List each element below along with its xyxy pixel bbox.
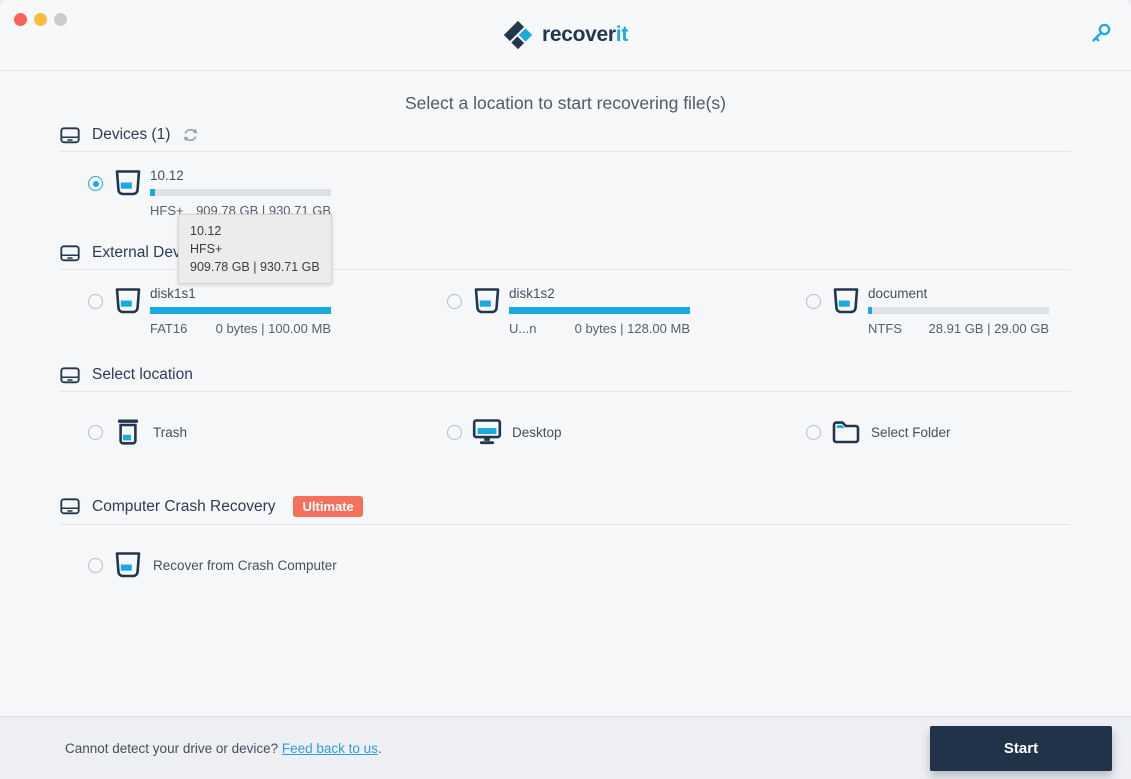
capacity-bar — [509, 307, 690, 314]
trash-icon — [112, 416, 144, 448]
disk-partition-icon — [112, 286, 144, 316]
filesystem-label: NTFS — [868, 321, 902, 336]
device-info: disk1s2 U...n 0 bytes | 128.00 MB — [509, 286, 690, 336]
crash-recovery-item[interactable]: Recover from Crash Computer — [88, 549, 447, 581]
location-label: Trash — [153, 425, 187, 440]
page-title: Select a location to start recovering fi… — [60, 93, 1071, 114]
devices-section-label: Devices (1) — [92, 126, 170, 144]
crash-recovery-section-header: Computer Crash Recovery Ultimate — [60, 496, 1071, 517]
radio-button[interactable] — [88, 294, 103, 309]
capacity-bar — [150, 189, 331, 196]
close-window-button[interactable] — [14, 13, 27, 26]
radio-button[interactable] — [447, 425, 462, 440]
minimize-window-button[interactable] — [34, 13, 47, 26]
device-item-disk1s1[interactable]: disk1s1 FAT16 0 bytes | 100.00 MB — [88, 286, 447, 336]
disk-partition-icon — [471, 286, 503, 316]
footer-help-text: Cannot detect your drive or device? Feed… — [65, 741, 930, 756]
refresh-icon[interactable] — [182, 127, 199, 143]
size-label: 0 bytes | 128.00 MB — [575, 321, 690, 336]
radio-button[interactable] — [88, 176, 103, 191]
ultimate-badge: Ultimate — [293, 496, 362, 517]
device-meta: U...n 0 bytes | 128.00 MB — [509, 321, 690, 336]
radio-button[interactable] — [88, 425, 103, 440]
devices-list: 10.12 HFS+ 909.78 GB | 930.71 GB 10.12 H… — [60, 168, 1071, 218]
hard-drive-icon — [60, 498, 80, 515]
device-name: disk1s2 — [509, 286, 690, 301]
location-label: Select Folder — [871, 425, 951, 440]
select-location-section-header: Select location — [60, 366, 1071, 384]
crash-recovery-list: Recover from Crash Computer — [60, 549, 1071, 581]
crash-recovery-section-label: Computer Crash Recovery — [92, 498, 275, 516]
location-label: Desktop — [512, 425, 562, 440]
section-divider — [60, 524, 1071, 525]
device-meta: NTFS 28.91 GB | 29.00 GB — [868, 321, 1049, 336]
window-controls — [14, 13, 67, 26]
device-item-1012[interactable]: 10.12 HFS+ 909.78 GB | 930.71 GB 10.12 H… — [88, 168, 447, 218]
footer-bar: Cannot detect your drive or device? Feed… — [0, 716, 1131, 779]
device-item-disk1s2[interactable]: disk1s2 U...n 0 bytes | 128.00 MB — [447, 286, 806, 336]
radio-button[interactable] — [806, 294, 821, 309]
crash-recovery-label: Recover from Crash Computer — [153, 558, 337, 573]
main-content: Select a location to start recovering fi… — [0, 71, 1131, 716]
location-item-select-folder[interactable]: Select Folder — [806, 416, 1071, 448]
capacity-bar — [150, 307, 331, 314]
disk-partition-icon — [830, 286, 862, 316]
capacity-bar — [868, 307, 1049, 314]
disk-partition-icon — [112, 168, 144, 198]
folder-icon — [830, 416, 862, 448]
key-icon — [1088, 21, 1114, 47]
hard-drive-icon — [60, 245, 80, 262]
device-name: disk1s1 — [150, 286, 331, 301]
section-divider — [60, 391, 1071, 392]
device-meta: FAT16 0 bytes | 100.00 MB — [150, 321, 331, 336]
location-item-desktop[interactable]: Desktop — [447, 416, 806, 448]
filesystem-label: FAT16 — [150, 321, 187, 336]
device-info: 10.12 HFS+ 909.78 GB | 930.71 GB — [150, 168, 331, 218]
monitor-icon — [471, 416, 503, 448]
device-name: document — [868, 286, 1049, 301]
hard-drive-icon — [60, 367, 80, 384]
app-logo: recoverit — [503, 20, 628, 50]
zoom-window-button[interactable] — [54, 13, 67, 26]
titlebar: recoverit — [0, 0, 1131, 71]
location-item-trash[interactable]: Trash — [88, 416, 447, 448]
hard-drive-icon — [60, 127, 80, 144]
locations-list: Trash Desktop — [60, 416, 1071, 448]
device-info: disk1s1 FAT16 0 bytes | 100.00 MB — [150, 286, 331, 336]
recoverit-diamond-icon — [503, 20, 533, 50]
filesystem-label: U...n — [509, 321, 536, 336]
radio-button[interactable] — [806, 425, 821, 440]
device-tooltip: 10.12 HFS+ 909.78 GB | 930.71 GB — [178, 214, 332, 284]
devices-section-header: Devices (1) — [60, 126, 1071, 144]
app-logo-text: recoverit — [542, 23, 628, 47]
disk-partition-icon — [112, 549, 144, 581]
external-devices-list: disk1s1 FAT16 0 bytes | 100.00 MB — [60, 286, 1071, 336]
start-button[interactable]: Start — [930, 726, 1112, 771]
radio-button[interactable] — [88, 558, 103, 573]
size-label: 28.91 GB | 29.00 GB — [929, 321, 1049, 336]
radio-button[interactable] — [447, 294, 462, 309]
device-info: document NTFS 28.91 GB | 29.00 GB — [868, 286, 1049, 336]
feedback-link[interactable]: Feed back to us — [282, 741, 378, 756]
device-name: 10.12 — [150, 168, 331, 183]
device-item-document[interactable]: document NTFS 28.91 GB | 29.00 GB — [806, 286, 1071, 336]
activation-key-button[interactable] — [1087, 21, 1115, 49]
size-label: 0 bytes | 100.00 MB — [216, 321, 331, 336]
app-window: recoverit Select a location to start rec… — [0, 0, 1131, 779]
section-divider — [60, 151, 1071, 152]
select-location-section-label: Select location — [92, 366, 193, 384]
